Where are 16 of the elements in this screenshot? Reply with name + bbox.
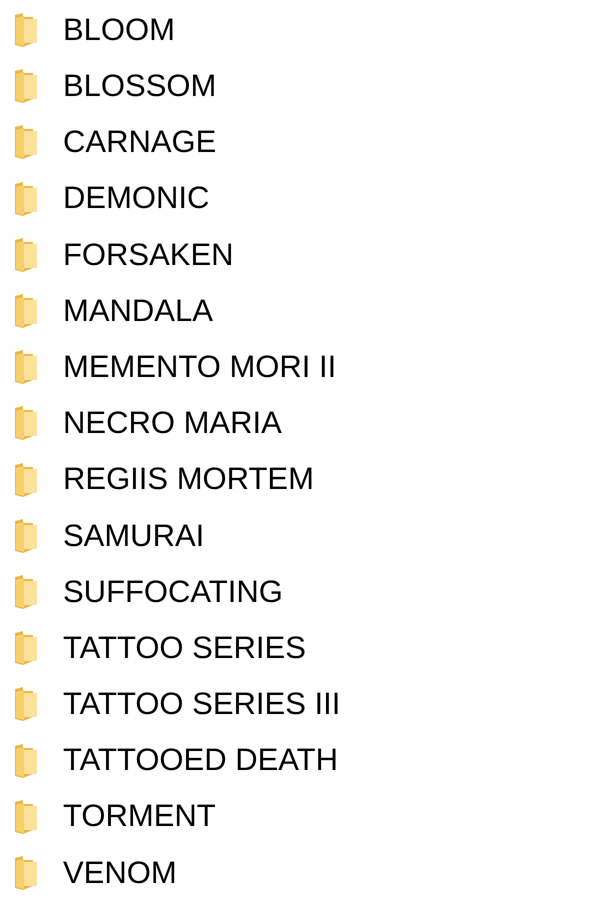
folder-name[interactable]: VENOM bbox=[63, 850, 177, 896]
folder-name[interactable]: SAMURAI bbox=[63, 512, 204, 560]
folder-name[interactable]: CARNAGE bbox=[63, 119, 216, 166]
folder-name[interactable]: TATTOO SERIES bbox=[63, 624, 306, 672]
folder-name[interactable]: MEMENTO MORI II bbox=[63, 344, 336, 390]
folder-name[interactable]: MANDALA bbox=[63, 288, 213, 334]
folder-name[interactable]: TATTOO SERIES III bbox=[63, 681, 340, 728]
folder-name[interactable]: FORSAKEN bbox=[63, 232, 234, 278]
folder-name[interactable]: SUFFOCATING bbox=[63, 568, 283, 616]
folder-name[interactable]: DEMONIC bbox=[63, 175, 210, 222]
folder-name[interactable]: TORMENT bbox=[63, 793, 216, 840]
folder-name[interactable]: REGIIS MORTEM bbox=[63, 456, 314, 503]
folder-name[interactable]: TATTOOED DEATH bbox=[63, 737, 338, 784]
folder-name[interactable]: BLOOM bbox=[63, 6, 175, 54]
folder-name[interactable]: NECRO MARIA bbox=[63, 400, 282, 447]
folder-name[interactable]: BLOSSOM bbox=[63, 63, 216, 110]
